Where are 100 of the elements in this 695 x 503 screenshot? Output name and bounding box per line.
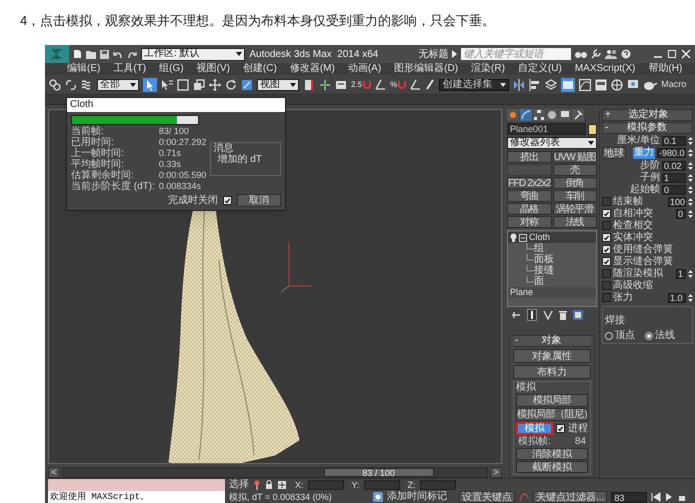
spinner-icon[interactable] xyxy=(688,136,693,146)
menu-item[interactable]: 帮助(H) xyxy=(648,64,682,74)
menu-item[interactable]: 编辑(E) xyxy=(67,64,100,74)
modifier-button[interactable]: 倒角 xyxy=(552,177,597,189)
menu-item[interactable]: 渲染(R) xyxy=(471,64,505,74)
rollout-header[interactable]: + 选定对象 xyxy=(602,109,693,121)
cursor-icon[interactable] xyxy=(143,78,157,92)
time-slider-thumb[interactable]: 83 / 100 xyxy=(324,468,434,477)
key-filters-button[interactable]: 关键点过滤器... xyxy=(533,491,608,503)
checkbox[interactable] xyxy=(602,257,611,266)
cancel-button[interactable]: 取消 xyxy=(237,194,281,207)
modifier-stack-list[interactable]: Cloth 组 面板 接缝 面 Plane xyxy=(507,230,597,307)
angle-icon[interactable] xyxy=(410,79,422,90)
maximize-icon[interactable] xyxy=(667,49,677,59)
checkbox[interactable] xyxy=(602,209,611,218)
overlap-squares-icon[interactable] xyxy=(193,78,205,90)
bar-icon[interactable] xyxy=(527,309,537,321)
transform-mode-icon[interactable] xyxy=(277,480,287,490)
spinner-icon[interactable] xyxy=(688,196,693,206)
checkbox[interactable] xyxy=(602,245,611,254)
checkbox[interactable] xyxy=(602,233,611,242)
panel-button[interactable]: 布料力 xyxy=(513,365,591,379)
hierarchy-icon[interactable] xyxy=(533,109,545,121)
broken-chain-icon[interactable] xyxy=(65,78,77,90)
panel-button[interactable]: 对象属性 xyxy=(513,349,591,363)
render-frame-icon[interactable] xyxy=(627,78,640,90)
collapse-icon[interactable] xyxy=(519,234,527,242)
time-slider-track[interactable]: 83 / 100 xyxy=(62,466,488,478)
spinner-icon[interactable] xyxy=(688,184,693,194)
disc-icon[interactable] xyxy=(546,109,558,121)
checkbox[interactable] xyxy=(556,424,565,433)
coordinate-field[interactable] xyxy=(364,480,400,490)
set-key-button[interactable]: 设置关键点 xyxy=(459,491,515,503)
menu-item[interactable]: 图形编辑器(D) xyxy=(394,64,458,74)
modifier-list-dropdown[interactable]: 修改器列表 xyxy=(507,137,597,149)
wave-icon[interactable] xyxy=(81,78,93,90)
object-name-field[interactable]: Plane001 xyxy=(507,123,586,135)
rollout-header[interactable]: - 模拟参数 xyxy=(602,122,693,134)
stack-subitem[interactable]: 面板 xyxy=(534,254,554,264)
modifier-button[interactable]: 法线 xyxy=(552,216,597,228)
number-field[interactable]: 0 xyxy=(662,184,686,194)
cursor-list-icon[interactable] xyxy=(161,78,173,90)
ribbon-icon[interactable] xyxy=(561,78,576,92)
number-field[interactable]: 0.02 xyxy=(662,160,686,170)
panel-button[interactable]: 模拟局部（阻尼） xyxy=(516,408,588,421)
menu-item[interactable]: 自定义(U) xyxy=(518,64,562,74)
modifier-button[interactable]: 晶格 xyxy=(507,203,552,215)
crosshair-icon[interactable] xyxy=(319,78,331,90)
object-color-swatch[interactable] xyxy=(588,124,597,134)
selection-filter-dropdown[interactable]: 全部 xyxy=(97,78,139,90)
menu-item[interactable]: 组(G) xyxy=(159,64,184,74)
mirror-icon[interactable] xyxy=(513,78,526,90)
add-time-tag-link[interactable]: 添加时间标记 xyxy=(387,492,447,502)
go-to-start-icon[interactable] xyxy=(651,492,662,502)
sphere-grid-icon[interactable] xyxy=(611,78,624,90)
number-field[interactable]: 0 xyxy=(676,208,686,218)
modifier-button[interactable]: 车削 xyxy=(552,190,597,202)
checkbox[interactable] xyxy=(223,196,232,205)
curve-arrow-icon[interactable] xyxy=(520,109,532,121)
align-icon[interactable] xyxy=(529,78,542,90)
spinner-icon[interactable] xyxy=(688,172,693,182)
chain-link-icon[interactable] xyxy=(49,78,61,90)
modifier-button[interactable]: 壳 xyxy=(552,164,597,176)
sun-icon[interactable] xyxy=(507,109,519,121)
panel-button[interactable]: 模拟局部 xyxy=(516,394,588,407)
menu-item[interactable]: 修改器(M) xyxy=(290,64,335,74)
pencil-icon[interactable] xyxy=(425,78,436,90)
search-field[interactable]: 键入关键字或短语 xyxy=(461,48,572,60)
layers-icon[interactable] xyxy=(545,78,558,90)
previous-frame-button[interactable]: < xyxy=(48,466,60,478)
number-field[interactable]: 1 xyxy=(676,268,686,278)
modifier-button[interactable]: UVW 贴图 xyxy=(552,151,597,163)
spinner-icon[interactable] xyxy=(688,208,693,218)
spinner-icon[interactable] xyxy=(688,148,693,158)
rollout-title[interactable]: 对象 xyxy=(542,336,562,346)
coordinate-field[interactable] xyxy=(420,480,456,490)
number-field[interactable]: 1 xyxy=(662,172,686,182)
radio-button[interactable] xyxy=(605,332,613,340)
move-icon[interactable] xyxy=(209,78,221,90)
menu-item[interactable]: 动画(A) xyxy=(348,64,382,74)
fork-icon[interactable] xyxy=(543,310,553,320)
lock-icon[interactable] xyxy=(265,480,273,490)
panel-button[interactable]: 消除模拟 xyxy=(516,448,588,460)
reference-coordinate-dropdown[interactable]: 视图 xyxy=(257,78,299,90)
spinner-icon[interactable] xyxy=(688,160,693,170)
modifier-button[interactable]: 弯曲 xyxy=(507,190,552,202)
monitor-icon[interactable] xyxy=(559,109,571,121)
modifier-button[interactable]: FFD 2x2x2 xyxy=(507,177,552,189)
workspace-dropdown[interactable]: 工作区: 默认 xyxy=(141,48,246,60)
spinner-icon[interactable] xyxy=(688,268,693,278)
hammer-icon[interactable] xyxy=(572,109,584,121)
rollout-toggle[interactable]: + xyxy=(605,110,611,120)
square-icon[interactable] xyxy=(177,78,189,90)
checkbox[interactable] xyxy=(602,293,611,302)
window-icon[interactable] xyxy=(595,78,608,90)
stack-subitem[interactable]: 接缝 xyxy=(534,266,554,276)
checkbox[interactable] xyxy=(602,197,611,206)
scale-icon[interactable] xyxy=(241,78,253,90)
trash-icon[interactable] xyxy=(559,310,567,320)
named-selection-dropdown[interactable]: 创建选择集 xyxy=(439,78,510,90)
